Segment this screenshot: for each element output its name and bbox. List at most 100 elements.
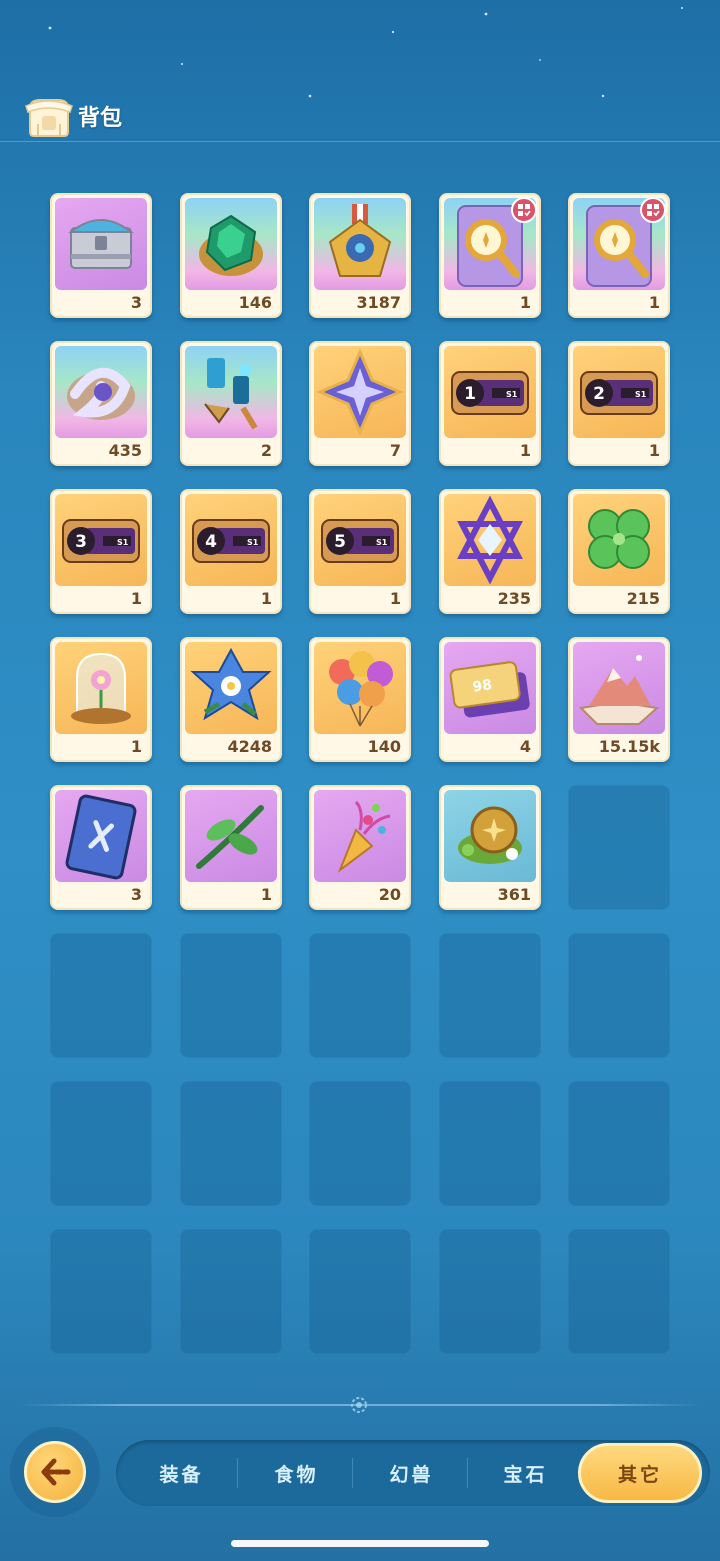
- tab-equipment[interactable]: 装备: [124, 1440, 239, 1506]
- home-indicator[interactable]: [231, 1540, 489, 1547]
- item-card-coupon-98[interactable]: 98 4: [439, 637, 541, 762]
- item-card-mech-pieces[interactable]: 2: [180, 341, 282, 466]
- tab-separator: [237, 1458, 238, 1488]
- item-card-star-shard[interactable]: 7: [309, 341, 411, 466]
- item-card-pink-mountain[interactable]: 15.15k: [568, 637, 670, 762]
- item-art: [314, 642, 406, 734]
- item-count: 3: [130, 885, 142, 904]
- inventory-slot[interactable]: 7: [309, 341, 411, 466]
- item-count: 140: [367, 737, 401, 756]
- ticket-number: 1: [464, 384, 476, 404]
- item-card-blue-flower[interactable]: 4248: [180, 637, 282, 762]
- inventory-slot[interactable]: 3: [50, 785, 152, 910]
- gear-ornament-icon: [351, 1397, 367, 1413]
- inventory-slot[interactable]: 3187: [309, 193, 411, 318]
- balloons-icon: [329, 651, 393, 727]
- item-count: 4248: [227, 737, 272, 756]
- inventory-slot[interactable]: S1 1 1: [439, 341, 541, 466]
- item-art: [185, 346, 277, 438]
- equipped-badge-icon: [640, 197, 666, 223]
- ticket-icon: S1 2: [580, 371, 658, 415]
- inventory-slot[interactable]: 1: [439, 193, 541, 318]
- item-card-blue-card[interactable]: 3: [50, 785, 152, 910]
- item-count: 7: [389, 441, 401, 460]
- inventory-slot[interactable]: 235: [439, 489, 541, 614]
- inventory-slot[interactable]: 1: [180, 785, 282, 910]
- item-count: 1: [260, 885, 272, 904]
- item-card-magnifier-card-1[interactable]: 1: [439, 193, 541, 318]
- item-art: [55, 198, 147, 290]
- item-card-crystal-ring[interactable]: 435: [50, 341, 152, 466]
- tab-food[interactable]: 食物: [239, 1440, 354, 1506]
- item-art: [185, 198, 277, 290]
- gear-parts-icon: [204, 358, 258, 430]
- inventory-slot[interactable]: S1 3 1: [50, 489, 152, 614]
- tab-other[interactable]: 其它: [578, 1443, 702, 1503]
- item-card-green-gem[interactable]: 146: [180, 193, 282, 318]
- inventory-slot[interactable]: 20: [309, 785, 411, 910]
- item-art: [573, 494, 665, 586]
- dome-flower-icon: [71, 652, 131, 724]
- inventory-slot[interactable]: S1 4 1: [180, 489, 282, 614]
- item-count: 1: [130, 589, 142, 608]
- category-tabbar: 装备 食物 幻兽 宝石 其它: [116, 1440, 710, 1506]
- inventory-slot[interactable]: 361: [439, 785, 541, 910]
- hexagram-icon: [457, 495, 523, 585]
- inventory-slot[interactable]: 140: [309, 637, 411, 762]
- inventory-slot[interactable]: S1 2 1: [568, 341, 670, 466]
- item-count: 2: [260, 441, 272, 460]
- inventory-slot[interactable]: 3: [50, 193, 152, 318]
- inventory-slot[interactable]: 4248: [180, 637, 282, 762]
- medal-icon: [328, 204, 392, 277]
- item-card-hexagram-crystal[interactable]: 235: [439, 489, 541, 614]
- ticket-icon: S1 5: [321, 519, 399, 563]
- item-card-ticket-2[interactable]: S1 2 1: [568, 341, 670, 466]
- twig-icon: [196, 805, 264, 869]
- party-popper-icon: [337, 800, 391, 873]
- inventory-slot[interactable]: 98 4: [439, 637, 541, 762]
- coupon-icon: 98: [449, 661, 530, 718]
- four-point-star-icon: [316, 348, 404, 436]
- item-card-balloons[interactable]: 140: [309, 637, 411, 762]
- item-card-ticket-3[interactable]: S1 3 1: [50, 489, 152, 614]
- coupon-number: 98: [472, 677, 494, 696]
- empty-slot: [180, 1229, 282, 1354]
- svg-text:S1: S1: [117, 538, 129, 547]
- item-card-magnifier-card-2[interactable]: 1: [568, 193, 670, 318]
- back-button[interactable]: [10, 1427, 100, 1517]
- inventory-slot[interactable]: 146: [180, 193, 282, 318]
- item-card-ticket-1[interactable]: S1 1 1: [439, 341, 541, 466]
- item-card-treasure-chest[interactable]: 3: [50, 193, 152, 318]
- tab-gem[interactable]: 宝石: [468, 1440, 583, 1506]
- inventory-slot[interactable]: 2: [180, 341, 282, 466]
- tab-beast[interactable]: 幻兽: [354, 1440, 469, 1506]
- inventory-grid: 3 146 3187 1 1 435 2 7 S1 1 1 S1 2 1 S1 3 1 S1 4 1 S1 5 1 235 21…: [50, 193, 670, 1355]
- empty-slot: [568, 1081, 670, 1206]
- item-count: 1: [519, 441, 531, 460]
- item-art: S1 5: [314, 494, 406, 586]
- item-count: 361: [497, 885, 531, 904]
- item-count: 1: [519, 293, 531, 312]
- item-count: 20: [378, 885, 401, 904]
- item-card-glass-dome-flower[interactable]: 1: [50, 637, 152, 762]
- inventory-slot[interactable]: 1: [50, 637, 152, 762]
- item-card-four-leaf-clover[interactable]: 215: [568, 489, 670, 614]
- back-arrow-icon: [41, 1458, 71, 1486]
- item-card-ticket-4[interactable]: S1 4 1: [180, 489, 282, 614]
- item-card-party-popper[interactable]: 20: [309, 785, 411, 910]
- item-card-star-medal[interactable]: 3187: [309, 193, 411, 318]
- svg-text:S1: S1: [247, 538, 259, 547]
- inventory-slot[interactable]: 215: [568, 489, 670, 614]
- item-count: 4: [519, 737, 531, 756]
- ticket-number: 2: [593, 384, 605, 404]
- inventory-slot[interactable]: 15.15k: [568, 637, 670, 762]
- item-art: 98: [444, 642, 536, 734]
- item-count: 235: [497, 589, 531, 608]
- inventory-slot[interactable]: 1: [568, 193, 670, 318]
- item-card-ticket-5[interactable]: S1 5 1: [309, 489, 411, 614]
- item-card-gold-coin-leaves[interactable]: 361: [439, 785, 541, 910]
- item-art: S1 3: [55, 494, 147, 586]
- item-card-green-twig[interactable]: 1: [180, 785, 282, 910]
- inventory-slot[interactable]: S1 5 1: [309, 489, 411, 614]
- inventory-slot[interactable]: 435: [50, 341, 152, 466]
